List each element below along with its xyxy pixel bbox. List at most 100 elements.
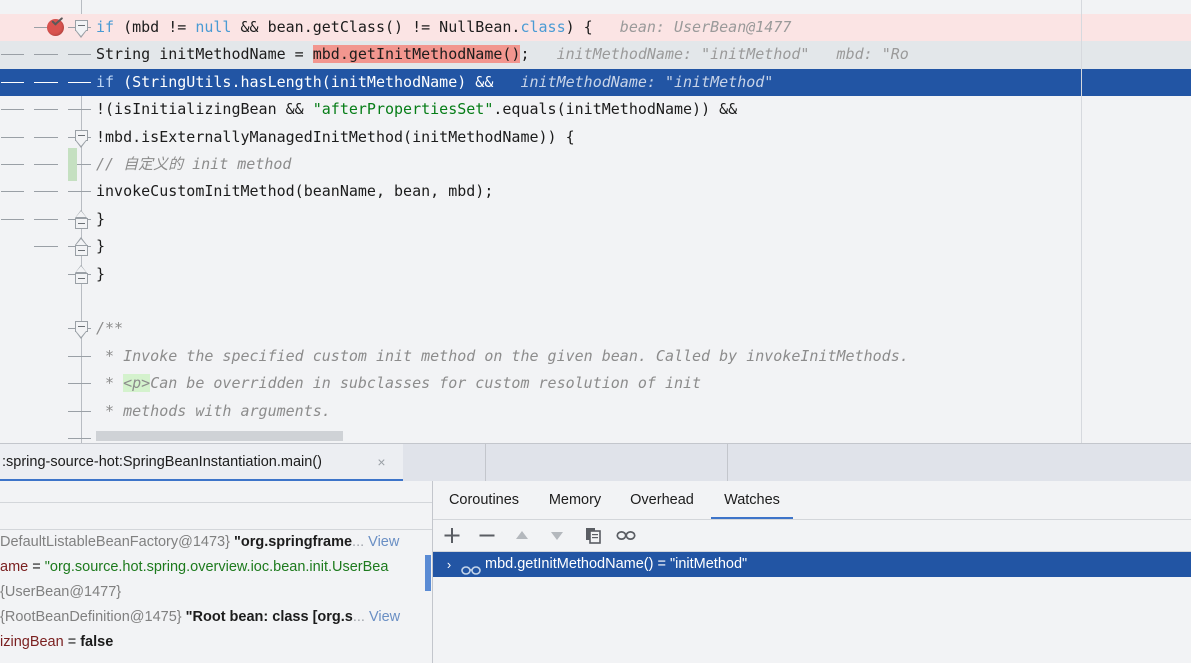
code-line[interactable]: } xyxy=(0,233,1191,260)
variables-vertical-scrollbar[interactable] xyxy=(425,555,431,591)
code-token: // 自定义的 init method xyxy=(96,155,292,173)
variables-top-separator xyxy=(0,502,432,503)
code-token: String initMethodName = xyxy=(96,45,313,64)
editor-horizontal-scrollbar[interactable] xyxy=(96,431,343,441)
code-token: mbd.getInitMethodName() xyxy=(312,45,521,64)
variable-token: DefaultListableBeanFactory@1473} xyxy=(0,534,234,550)
code-line[interactable]: !mbd.isExternallyManagedInitMethod(initM… xyxy=(0,124,1191,151)
fold-collapse-icon[interactable] xyxy=(75,20,88,39)
tab-overhead[interactable]: Overhead xyxy=(623,481,701,519)
variable-token: false xyxy=(80,634,114,650)
duplicate-watch-button[interactable] xyxy=(578,520,608,551)
watch-row[interactable]: › mbd.getInitMethodName() = "initMethod" xyxy=(433,552,1191,577)
code-token: (StringUtils.hasLength(initMethodName) &… xyxy=(114,72,494,91)
code-token: if xyxy=(96,18,115,36)
code-line[interactable]: if (StringUtils.hasLength(initMethodName… xyxy=(0,69,1191,96)
code-token: Can be overridden in subclasses for cust… xyxy=(150,374,702,393)
fold-region-end-icon[interactable] xyxy=(75,237,88,257)
tab-memory[interactable]: Memory xyxy=(537,481,613,519)
variable-token: = xyxy=(63,634,81,650)
fold-region-end-icon[interactable] xyxy=(75,264,88,284)
breakpoint-icon[interactable] xyxy=(47,19,64,36)
variable-row[interactable]: {UserBean@1477} xyxy=(0,580,432,605)
code-token: class xyxy=(520,18,566,36)
variable-row[interactable]: ame = "org.source.hot.spring.overview.io… xyxy=(0,555,432,580)
fold-collapse-icon[interactable] xyxy=(75,129,88,149)
move-watch-down-button xyxy=(542,520,572,551)
code-line[interactable] xyxy=(0,288,1191,315)
tabbar-empty-cell-2 xyxy=(486,444,727,482)
code-token: <p> xyxy=(123,374,151,393)
code-editor[interactable]: if (mbd != null && bean.getClass() != Nu… xyxy=(0,0,1191,443)
variable-row[interactable]: {RootBeanDefinition@1475} "Root bean: cl… xyxy=(0,605,432,630)
code-token: /** xyxy=(96,319,124,338)
variable-token: ... xyxy=(352,609,365,625)
code-token: ) { xyxy=(565,18,593,36)
close-icon[interactable]: × xyxy=(375,455,388,469)
code-line[interactable]: /** xyxy=(0,315,1191,342)
code-line[interactable]: * <p>Can be overridden in subclasses for… xyxy=(0,370,1191,397)
code-line[interactable]: } xyxy=(0,261,1191,288)
glasses-icon xyxy=(461,560,481,585)
chevron-right-icon[interactable]: › xyxy=(441,552,457,577)
run-configuration-tabbar[interactable]: :spring-source-hot:SpringBeanInstantiati… xyxy=(0,443,1191,482)
right-margin-guide xyxy=(1081,0,1082,443)
tab-watches[interactable]: Watches xyxy=(711,481,793,519)
variable-token: ame xyxy=(0,559,29,575)
code-token: "afterPropertiesSet" xyxy=(312,100,494,119)
variable-token: = xyxy=(28,559,45,575)
code-token: (mbd != xyxy=(114,18,196,36)
code-token: !mbd.isExternallyManagedInitMethod(initM… xyxy=(96,127,575,146)
variable-token[interactable]: View xyxy=(365,609,400,625)
watch-expression-text: mbd.getInitMethodName() = "initMethod" xyxy=(485,556,748,572)
code-line[interactable]: * Invoke the specified custom init metho… xyxy=(0,343,1191,370)
variable-row[interactable]: DefaultListableBeanFactory@1473} "org.sp… xyxy=(0,530,432,555)
tab-spring-bean-instantiation-main[interactable]: :spring-source-hot:SpringBeanInstantiati… xyxy=(0,444,403,482)
code-line[interactable]: !(isInitializingBean && "afterProperties… xyxy=(0,96,1191,123)
code-token: initMethodName: "initMethod" xyxy=(493,72,774,91)
code-line[interactable]: String initMethodName = mbd.getInitMetho… xyxy=(0,41,1191,68)
fold-collapse-icon[interactable] xyxy=(75,321,88,340)
debugger-right-panel[interactable]: Coroutines Memory Overhead Watches › mbd.get… xyxy=(433,481,1191,663)
code-token: mbd: "Ro xyxy=(809,45,909,64)
variable-token: {RootBeanDefinition@1475} xyxy=(0,609,186,625)
code-lines-container[interactable]: if (mbd != null && bean.getClass() != Nu… xyxy=(0,0,1191,443)
fold-region-end-icon[interactable] xyxy=(75,209,88,229)
code-token: * methods with arguments. xyxy=(96,401,331,420)
watches-toolbar[interactable] xyxy=(433,520,1191,551)
code-line[interactable]: invokeCustomInitMethod(beanName, bean, m… xyxy=(0,178,1191,205)
tab-coroutines[interactable]: Coroutines xyxy=(443,481,525,519)
add-watch-button[interactable] xyxy=(437,520,467,551)
variable-token: "Root bean: class [org.s xyxy=(185,609,353,625)
code-line[interactable]: } xyxy=(0,206,1191,233)
tab-label: :spring-source-hot:SpringBeanInstantiati… xyxy=(2,454,322,470)
tabbar-empty-cell-1 xyxy=(404,444,485,482)
code-token: bean: UserBean@1477 xyxy=(592,18,792,36)
variable-token: "org.source.hot.spring.overview.ioc.bean… xyxy=(44,559,389,575)
variable-row[interactable]: izingBean = false xyxy=(0,630,432,655)
code-line[interactable]: * methods with arguments. xyxy=(0,398,1191,425)
code-token: if xyxy=(96,72,115,91)
code-token: * xyxy=(96,374,124,393)
variable-token: {UserBean@1477} xyxy=(0,584,122,600)
variable-token[interactable]: View xyxy=(364,534,399,550)
code-token: } xyxy=(96,237,106,256)
code-token: .equals(initMethodName)) && xyxy=(493,100,738,119)
variable-token: "org.springframe xyxy=(233,534,353,550)
code-line[interactable]: // 自定义的 init method xyxy=(0,151,1191,178)
inline-watches-button[interactable] xyxy=(611,520,641,551)
code-token: } xyxy=(96,264,106,283)
code-token: ; xyxy=(520,45,530,64)
debugger-lower-area[interactable]: DefaultListableBeanFactory@1473} "org.sp… xyxy=(0,481,1191,663)
variables-panel[interactable]: DefaultListableBeanFactory@1473} "org.sp… xyxy=(0,481,432,663)
variable-token: ... xyxy=(352,534,365,550)
code-token: * Invoke the specified custom init metho… xyxy=(96,346,909,365)
changed-lines-marker[interactable] xyxy=(68,148,77,182)
code-token: } xyxy=(96,209,106,228)
code-line[interactable]: if (mbd != null && bean.getClass() != Nu… xyxy=(0,14,1191,41)
variable-token: izingBean xyxy=(0,634,64,650)
move-watch-up-button xyxy=(507,520,537,551)
remove-watch-button[interactable] xyxy=(472,520,502,551)
code-token: !(isInitializingBean && xyxy=(96,100,313,119)
debugger-tabs[interactable]: Coroutines Memory Overhead Watches xyxy=(433,481,1191,519)
